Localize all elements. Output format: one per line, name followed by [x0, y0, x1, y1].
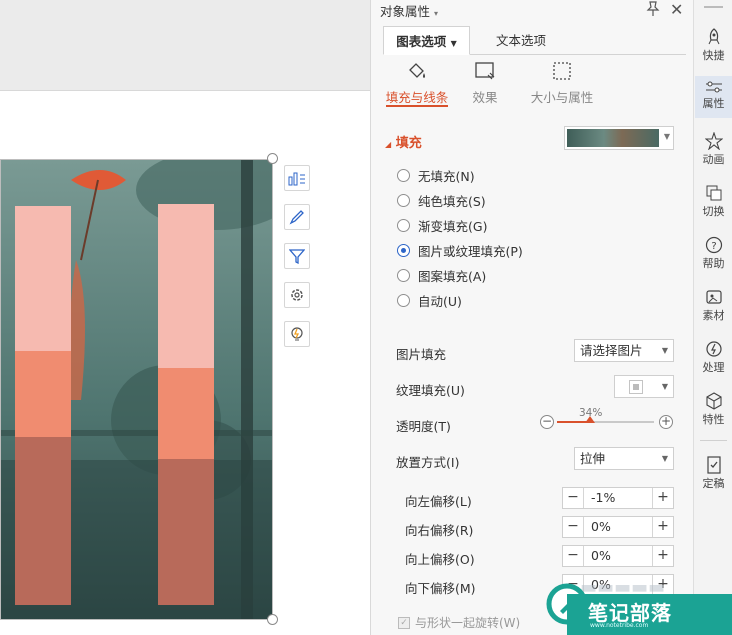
process-icon — [705, 341, 722, 357]
offset-bottom-plus-button[interactable]: + — [652, 575, 673, 595]
bar-cat1-series1[interactable] — [15, 437, 71, 605]
offset-right-plus-button[interactable]: + — [652, 517, 673, 537]
sidebar-item-properties[interactable]: 属性 — [695, 76, 732, 118]
offset-bottom-label: 向下偏移(M) — [405, 581, 476, 596]
active-subtab-indicator — [386, 105, 448, 107]
rotate-with-shape-checkbox[interactable]: ✓ 与形状一起旋转(W) — [398, 614, 520, 631]
radio-no-fill[interactable]: 无填充(N) — [397, 166, 475, 185]
finalize-icon — [706, 456, 721, 474]
placement-dropdown[interactable]: 拉伸 ▼ — [574, 447, 674, 470]
radio-picture-texture-fill[interactable]: 图片或纹理填充(P) — [397, 241, 523, 260]
rocket-icon — [708, 28, 719, 45]
panel-title[interactable]: 对象属性 ▾ — [380, 1, 438, 20]
resize-handle-bottom-right[interactable] — [267, 614, 278, 625]
switch-icon — [706, 185, 721, 201]
texture-swatch-icon — [629, 380, 643, 394]
placement-label: 放置方式(I) — [396, 455, 460, 470]
offset-left-label: 向左偏移(L) — [405, 494, 472, 509]
subtab-size-and-properties[interactable]: 大小与属性 — [515, 60, 609, 106]
object-properties-panel: 对象属性 ▾ ✕ 图表选项 ▼ 文本选项 填充与线条 效果 大小与属性 ◢ 填充… — [370, 0, 693, 635]
bar-cat1-series3[interactable] — [15, 206, 71, 351]
chart-filter-icon[interactable] — [284, 243, 310, 269]
offset-top-plus-button[interactable]: + — [652, 546, 673, 566]
chevron-down-icon: ▼ — [663, 132, 670, 141]
sidebar-item-material[interactable]: 素材 — [695, 288, 732, 323]
fill-preview-swatch — [567, 129, 659, 147]
offset-left-plus-button[interactable]: + — [652, 488, 673, 508]
bar-cat2-series1[interactable] — [158, 459, 214, 605]
offset-right-value[interactable]: 0% — [591, 517, 611, 537]
tab-chart-options[interactable]: 图表选项 ▼ — [383, 26, 470, 55]
picture-fill-label: 图片填充 — [396, 347, 447, 362]
sidebar-item-quick[interactable]: 快捷 — [695, 28, 732, 63]
panel-tabs: 图表选项 ▼ 文本选项 — [383, 26, 686, 55]
sidebar-menu-icon[interactable] — [704, 6, 723, 8]
tab-text-options[interactable]: 文本选项 — [496, 26, 546, 55]
material-icon — [705, 290, 722, 304]
chart-object[interactable] — [0, 159, 273, 620]
slide-canvas[interactable] — [0, 0, 370, 635]
star-icon — [704, 132, 723, 150]
sliders-icon — [705, 81, 722, 93]
size-icon — [515, 60, 609, 85]
picture-fill-dropdown[interactable]: 请选择图片 ▼ — [574, 339, 674, 362]
sidebar-divider — [700, 440, 727, 441]
radio-pattern-fill[interactable]: 图案填充(A) — [397, 266, 486, 285]
offset-right-label: 向右偏移(R) — [405, 523, 474, 538]
svg-text:?: ? — [711, 241, 716, 252]
bar-cat2-series3[interactable] — [158, 204, 214, 368]
fill-preview-dropdown[interactable]: ▼ — [564, 126, 674, 150]
chart-style-icon[interactable] — [284, 204, 310, 230]
sidebar-item-process[interactable]: 处理 — [695, 340, 732, 375]
help-icon: ? — [705, 236, 722, 254]
transparency-increase-button[interactable]: + — [659, 415, 673, 429]
offset-bottom-minus-button[interactable]: − — [563, 575, 584, 595]
radio-gradient-fill[interactable]: 渐变填充(G) — [397, 216, 487, 235]
transparency-decrease-button[interactable]: − — [540, 415, 554, 429]
offset-left-minus-button[interactable]: − — [563, 488, 584, 508]
chart-elements-icon[interactable] — [284, 165, 310, 191]
offset-bottom-value[interactable]: 0% — [591, 575, 611, 595]
sidebar-item-transition[interactable]: 切换 — [695, 184, 732, 219]
fill-section-header[interactable]: ◢ 填充 — [385, 132, 422, 151]
chart-settings-icon[interactable] — [284, 282, 310, 308]
subtab-effect[interactable]: 效果 — [445, 60, 525, 106]
texture-fill-dropdown[interactable]: ▼ — [614, 375, 674, 398]
offset-top-stepper[interactable]: − 0% + — [562, 545, 674, 567]
offset-bottom-stepper[interactable]: − 0% + — [562, 574, 674, 596]
transparency-label: 透明度(T) — [396, 419, 451, 434]
chart-plot-area[interactable] — [1, 160, 273, 620]
offset-top-label: 向上偏移(O) — [405, 552, 475, 567]
bar-cat1-series2[interactable] — [15, 351, 71, 437]
offset-left-stepper[interactable]: − -1% + — [562, 487, 674, 509]
checkbox-box[interactable]: ✓ — [398, 616, 410, 629]
transparency-slider[interactable] — [557, 416, 654, 423]
right-sidebar: 快捷 属性 动画 切换 ? 帮助 素材 处理 特性 定稿 — [693, 0, 732, 635]
radio-solid-fill[interactable]: 纯色填充(S) — [397, 191, 486, 210]
resize-handle-top-right[interactable] — [267, 153, 278, 164]
close-icon[interactable]: ✕ — [670, 0, 683, 19]
offset-top-minus-button[interactable]: − — [563, 546, 584, 566]
offset-top-value[interactable]: 0% — [591, 546, 611, 566]
chart-toolbar — [284, 165, 310, 360]
sidebar-item-animation[interactable]: 动画 — [695, 132, 732, 167]
effect-icon — [445, 60, 525, 85]
offset-right-stepper[interactable]: − 0% + — [562, 516, 674, 538]
bar-cat2-series2[interactable] — [158, 368, 214, 459]
sidebar-item-finalize[interactable]: 定稿 — [695, 456, 732, 491]
sidebar-item-help[interactable]: ? 帮助 — [695, 236, 732, 271]
pin-icon[interactable] — [646, 1, 660, 20]
cube-icon — [705, 392, 722, 410]
chart-smart-icon[interactable] — [284, 321, 310, 347]
texture-fill-label: 纹理填充(U) — [396, 383, 465, 398]
offset-left-value[interactable]: -1% — [591, 488, 615, 508]
offset-right-minus-button[interactable]: − — [563, 517, 584, 537]
transparency-slider-thumb[interactable] — [584, 416, 595, 423]
radio-automatic[interactable]: 自动(U) — [397, 291, 462, 310]
sidebar-item-features[interactable]: 特性 — [695, 392, 732, 427]
